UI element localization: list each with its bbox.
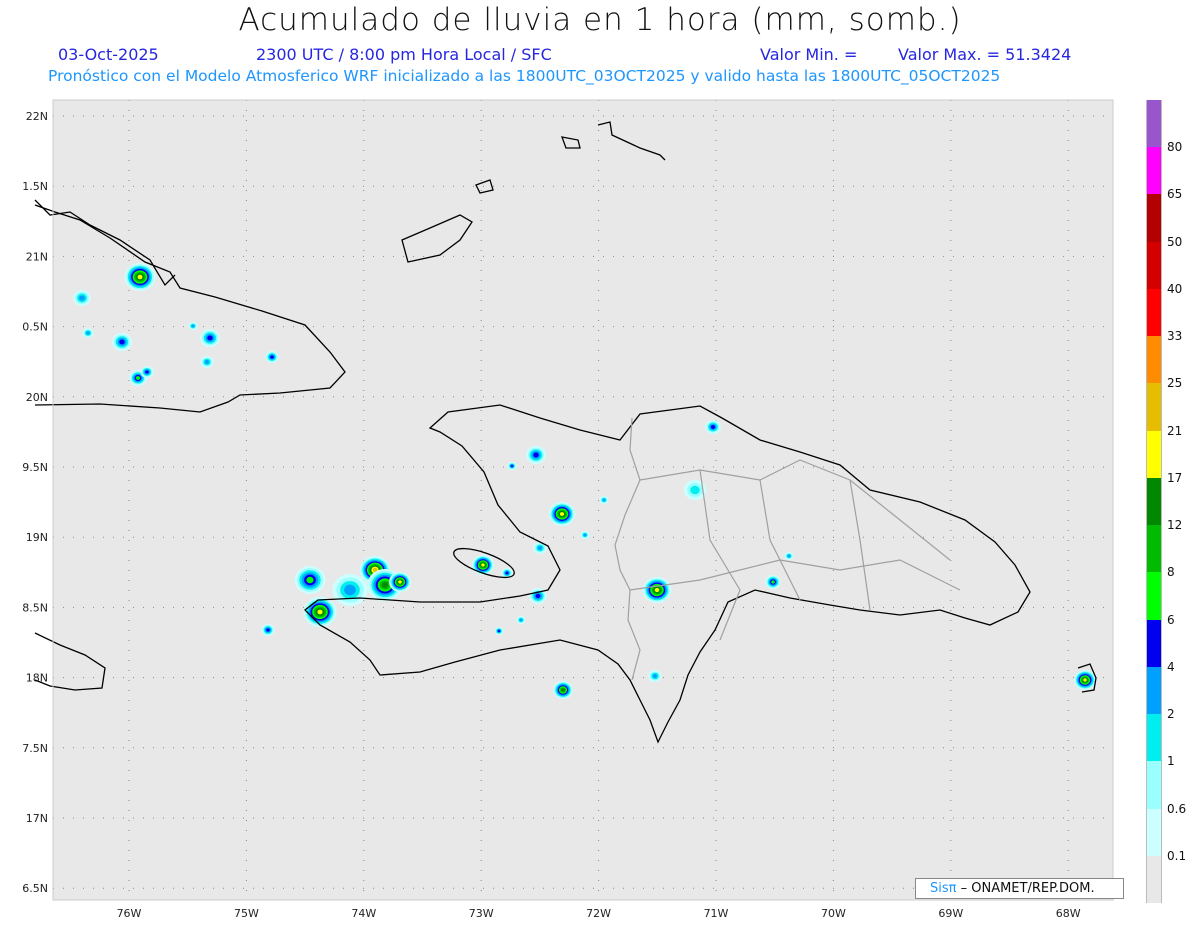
rain-cell — [137, 274, 143, 280]
colorbar-label: 25 — [1167, 376, 1183, 391]
rain-cell — [652, 674, 658, 678]
lat-tick-label: 20N — [26, 391, 48, 404]
colorbar-label: 17 — [1167, 470, 1183, 485]
rain-cell — [559, 512, 565, 516]
colorbar-label: 65 — [1167, 187, 1183, 202]
colorbar-swatch — [1146, 666, 1162, 715]
rainfall-map: 76W 75W 74W 73W 72W 71W 70W 69W 68W 22N 1.5N 21N 0.5… — [22, 99, 1114, 920]
rain-cell — [266, 628, 270, 632]
lat-tick-label: 0.5N — [22, 321, 48, 334]
rain-cell — [654, 587, 660, 593]
lon-tick-label: 69W — [938, 907, 963, 920]
colorbar-label: 0.6 — [1167, 801, 1187, 816]
rain-cell — [561, 688, 565, 692]
colorbar-label: 4 — [1167, 659, 1175, 674]
colorbar-swatch — [1146, 194, 1162, 242]
colorbar-swatch — [1146, 430, 1162, 478]
colorbar-swatch — [1146, 100, 1162, 148]
lon-tick-label: 74W — [351, 907, 376, 920]
rain-cell — [771, 580, 775, 584]
colorbar-label: 0.1 — [1167, 848, 1187, 863]
colorbar-label: 1 — [1167, 754, 1175, 769]
rain-cell — [787, 554, 791, 558]
rain-cell — [1083, 678, 1087, 682]
lon-tick-label: 75W — [234, 907, 259, 920]
lat-tick-label: 18N — [26, 672, 48, 685]
rain-cell — [207, 335, 213, 341]
colorbar-swatch — [1146, 619, 1162, 667]
rain-cell — [270, 355, 274, 359]
lon-tick-label: 72W — [586, 907, 611, 920]
colorbar-swatch — [1146, 572, 1162, 620]
credit-text: – ONAMET/REP.DOM. — [960, 881, 1095, 896]
rain-cell — [344, 584, 356, 596]
rain-cell — [537, 546, 543, 550]
rain-cell — [317, 609, 323, 615]
lat-tick-label: 6.5N — [22, 882, 48, 895]
rain-cell — [191, 324, 195, 328]
sispi-logo: Sisπ — [930, 881, 957, 896]
colorbar-label: 21 — [1167, 423, 1183, 438]
colorbar-swatch — [1146, 147, 1162, 195]
colorbar-swatch — [1146, 241, 1162, 289]
colorbar-swatch — [1146, 336, 1162, 384]
rain-cell — [602, 498, 606, 502]
lon-tick-label: 70W — [821, 907, 846, 920]
lat-tick-label: 1.5N — [22, 180, 48, 193]
credit-box: Sisπ – ONAMET/REP.DOM. — [915, 878, 1124, 899]
colorbar-label: 33 — [1167, 329, 1183, 344]
rain-cell — [381, 582, 389, 588]
rain-cell — [710, 425, 716, 429]
rain-cell — [497, 629, 501, 633]
lon-tick-label: 73W — [469, 907, 494, 920]
lat-tick-label: 22N — [26, 110, 48, 123]
colorbar-label: 8 — [1167, 565, 1175, 580]
rain-cell — [583, 533, 587, 537]
lat-tick-label: 17N — [26, 812, 48, 825]
lat-tick-label: 19N — [26, 531, 48, 544]
map-background — [53, 100, 1113, 900]
lon-tick-label: 71W — [704, 907, 729, 920]
rain-cell — [86, 331, 90, 335]
rain-cell — [79, 295, 85, 301]
colorbar-label: 6 — [1167, 612, 1175, 627]
rain-cell — [204, 360, 210, 364]
rain-cell — [510, 464, 514, 468]
colorbar-swatch — [1146, 714, 1162, 762]
rain-cell — [533, 452, 539, 458]
colorbar-label: 12 — [1167, 518, 1183, 533]
colorbar-label: 40 — [1167, 281, 1183, 296]
rain-cell — [505, 571, 509, 575]
rain-cell — [306, 576, 314, 584]
colorbar-swatch — [1146, 477, 1162, 526]
rain-cell — [690, 485, 700, 495]
colorbar-label: 50 — [1167, 234, 1183, 249]
rain-cell — [398, 580, 402, 584]
rain-cell — [119, 339, 125, 345]
colorbar-swatch — [1146, 383, 1162, 431]
colorbar-swatch — [1146, 761, 1162, 809]
lon-tick-label: 68W — [1056, 907, 1081, 920]
rain-cell — [145, 370, 149, 374]
rain-cell — [535, 593, 541, 599]
lat-tick-label: 8.5N — [22, 601, 48, 614]
colorbar-swatch — [1146, 525, 1162, 573]
colorbar-label: 80 — [1167, 140, 1183, 155]
rain-cell — [519, 618, 523, 622]
lat-tick-label: 7.5N — [22, 742, 48, 755]
colorbar-swatch — [1146, 808, 1162, 856]
rain-cell — [135, 376, 141, 380]
lon-tick-label: 76W — [117, 907, 142, 920]
colorbar-label: 2 — [1167, 707, 1175, 722]
lat-tick-label: 9.5N — [22, 461, 48, 474]
lat-tick-label: 21N — [26, 250, 48, 263]
colorbar-swatch — [1146, 855, 1162, 903]
rain-cell — [481, 563, 485, 567]
colorbar-swatch — [1146, 288, 1162, 337]
